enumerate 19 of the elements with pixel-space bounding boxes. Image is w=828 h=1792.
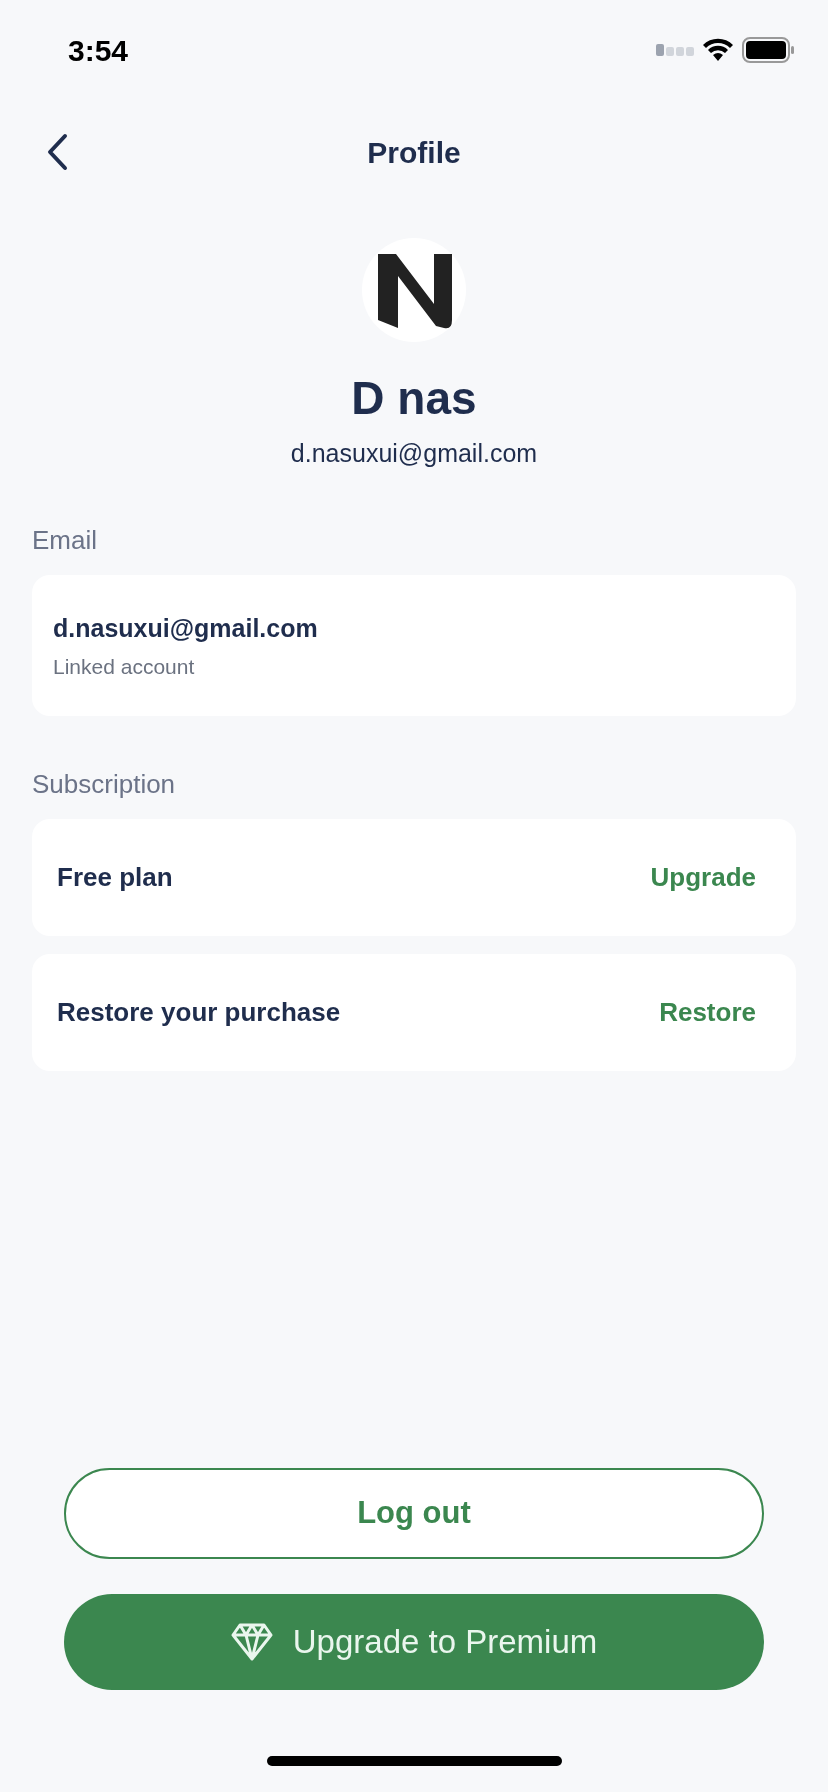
logout-button[interactable]: Log out	[64, 1468, 764, 1559]
status-time: 3:54	[68, 32, 129, 69]
section-label: Email	[32, 524, 98, 557]
battery-icon	[742, 37, 794, 63]
row-label: Restore your purchase	[57, 996, 341, 1029]
profile-email: d.nasuxui@gmail.com	[290, 438, 538, 469]
back-chevron-icon	[46, 133, 68, 171]
row-action-link[interactable]: Restore	[659, 993, 756, 1032]
row-action-link[interactable]: Upgrade	[650, 858, 756, 897]
page-title: Profile	[367, 134, 461, 171]
diamond-icon	[230, 1623, 273, 1661]
account-email: d.nasuxui@gmail.com	[53, 612, 319, 644]
section-label: Subscription	[32, 768, 177, 801]
signal-icon	[656, 44, 694, 56]
row-label: Free plan	[57, 861, 173, 894]
wifi-icon	[702, 38, 734, 62]
profile-name: D nas	[351, 371, 477, 426]
account-caption: Linked account	[53, 653, 196, 680]
premium-button[interactable]: Upgrade to Premium	[64, 1594, 764, 1690]
